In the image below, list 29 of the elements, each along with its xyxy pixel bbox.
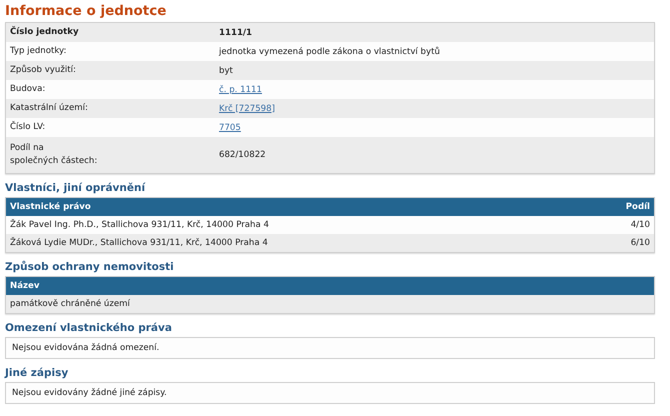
- field-label: Typ jednotky:: [10, 45, 68, 58]
- section-heading: Omezení vlastnického práva: [5, 321, 173, 335]
- field-value: byt: [219, 66, 233, 76]
- field-label: Podíl na společných částech:: [10, 142, 98, 168]
- table-cell: Žák Pavel Ing. Ph.D., Stallichova 931/11, Krč, 14000 Praha 4: [10, 220, 269, 230]
- field-label: Budova:: [10, 83, 46, 96]
- column-header: Vlastnické právo: [10, 202, 91, 212]
- field-value: 682/10822: [219, 150, 266, 160]
- field-label: Katastrální území:: [10, 102, 89, 115]
- table-cell: 6/10: [630, 238, 650, 248]
- table-cell: 4/10: [630, 220, 650, 230]
- section-heading: Způsob ochrany nemovitosti: [5, 260, 175, 274]
- field-label: Číslo jednotky: [10, 26, 80, 39]
- table-cell: památkově chráněné území: [10, 299, 130, 309]
- section-heading: Jiné zápisy: [5, 366, 70, 380]
- field-link[interactable]: 7705: [219, 122, 241, 132]
- column-header: Podíl: [626, 202, 650, 212]
- note-text: Nejsou evidována žádná omezení.: [12, 343, 160, 353]
- page-title: Informace o jednotce: [5, 2, 168, 20]
- field-label: Číslo LV:: [10, 121, 46, 134]
- table-cell: Žáková Lydie MUDr., Stallichova 931/11, Krč, 14000 Praha 4: [10, 238, 268, 248]
- note-text: Nejsou evidovány žádné jiné zápisy.: [12, 388, 167, 398]
- field-label: Způsob využití:: [10, 64, 77, 77]
- column-header: Název: [10, 281, 40, 291]
- section-heading: Vlastníci, jiní oprávnění: [5, 181, 146, 195]
- field-value: 1111/1: [219, 28, 252, 38]
- field-link[interactable]: č. p. 1111: [219, 84, 262, 94]
- field-value: jednotka vymezená podle zákona o vlastnictví bytů: [219, 46, 440, 56]
- field-link[interactable]: Krč [727598]: [219, 104, 275, 114]
